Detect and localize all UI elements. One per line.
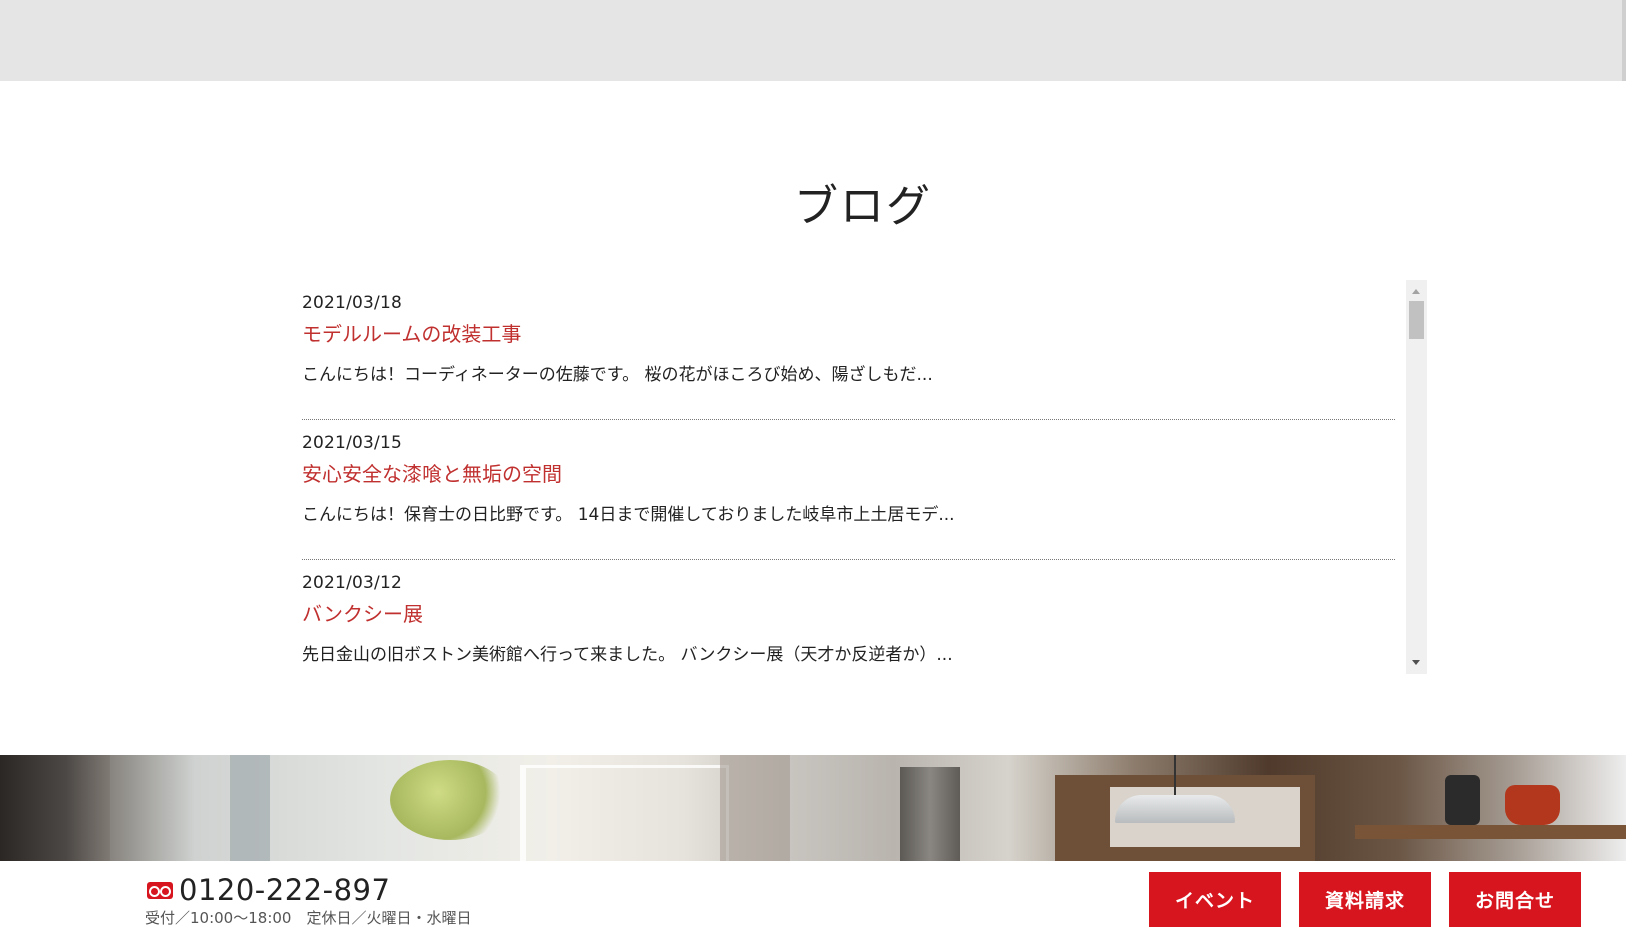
interior-photo-band — [0, 755, 1626, 861]
post-title-link[interactable]: モデルルームの改装工事 — [302, 318, 521, 347]
blog-post: 2021/03/15 安心安全な漆喰と無垢の空間 こんにちは！保育士の日比野です… — [302, 420, 1395, 560]
business-hours: 受付／10:00〜18:00 定休日／火曜日・水曜日 — [145, 909, 472, 927]
phone-number[interactable]: 0120-222-897 — [179, 873, 390, 907]
post-excerpt: こんにちは！コーディネーターの佐藤です。 桜の花がほころび始め、陽ざしもだ... — [302, 365, 933, 385]
photo-curtain — [0, 755, 110, 861]
photo-kettle — [1445, 775, 1480, 825]
page: ブログ 2021/03/18 モデルルームの改装工事 こんにちは！コーディネータ… — [0, 0, 1626, 933]
photo-pot — [1505, 785, 1560, 825]
scrollbar-thumb[interactable] — [1409, 301, 1424, 339]
contact-button[interactable]: お問合せ — [1449, 872, 1581, 927]
page-scrollbar[interactable] — [1622, 0, 1626, 81]
post-title-link[interactable]: バンクシー展 — [302, 598, 423, 627]
fixed-footer-bar: 0120-222-897 受付／10:00〜18:00 定休日／火曜日・水曜日 … — [0, 861, 1626, 933]
post-title-link[interactable]: 安心安全な漆喰と無垢の空間 — [302, 458, 562, 487]
event-button[interactable]: イベント — [1149, 872, 1281, 927]
photo-window-frame — [230, 755, 270, 861]
photo-pendant-lamp — [1115, 795, 1235, 823]
freedial-icon — [147, 881, 173, 899]
post-date: 2021/03/18 — [302, 293, 402, 313]
scroll-up-arrow-icon[interactable] — [1412, 289, 1420, 294]
photo-window — [520, 765, 729, 861]
blog-list-scrollbar[interactable] — [1406, 280, 1427, 674]
post-excerpt: 先日金山の旧ボストン美術館へ行って来ました。 バンクシー展（天才か反逆者か）..… — [302, 645, 953, 665]
photo-wall — [720, 755, 790, 861]
blog-post: 2021/03/18 モデルルームの改装工事 こんにちは！コーディネーターの佐藤… — [302, 280, 1395, 420]
blog-post: 2021/03/12 バンクシー展 先日金山の旧ボストン美術館へ行って来ました。… — [302, 560, 1395, 674]
photo-plant — [390, 760, 510, 840]
photo-curtain — [900, 767, 960, 861]
blog-list: 2021/03/18 モデルルームの改装工事 こんにちは！コーディネーターの佐藤… — [302, 280, 1395, 674]
post-excerpt: こんにちは！保育士の日比野です。 14日まで開催しておりました岐阜市上土居モデ.… — [302, 505, 955, 525]
photo-counter — [1355, 825, 1626, 839]
photo-lamp-cord — [1174, 755, 1176, 795]
blog-heading: ブログ — [794, 181, 932, 232]
blog-list-frame: 2021/03/18 モデルルームの改装工事 こんにちは！コーディネーターの佐藤… — [302, 280, 1427, 674]
document-request-button[interactable]: 資料請求 — [1299, 872, 1431, 927]
post-date: 2021/03/15 — [302, 433, 402, 453]
post-date: 2021/03/12 — [302, 573, 402, 593]
scroll-down-arrow-icon[interactable] — [1412, 660, 1420, 665]
top-band — [0, 0, 1626, 81]
phone-contact[interactable]: 0120-222-897 — [147, 873, 390, 907]
